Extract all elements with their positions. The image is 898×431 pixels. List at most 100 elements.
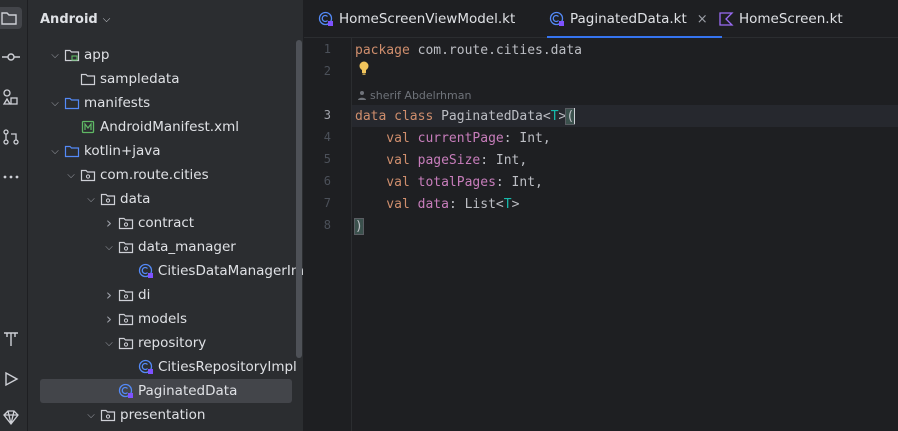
tree-item[interactable]: ⌵ data_manager bbox=[28, 235, 303, 259]
run-icon[interactable] bbox=[0, 368, 22, 390]
tree-item-label: CitiesRepositoryImpl bbox=[158, 359, 297, 375]
tree-item[interactable]: PaginatedData bbox=[40, 379, 292, 403]
code-token: : List< bbox=[448, 196, 504, 212]
tree-item[interactable]: › models bbox=[28, 307, 303, 331]
line-number: 5 bbox=[323, 152, 331, 166]
code-token: data bbox=[409, 196, 449, 212]
close-icon[interactable]: × bbox=[697, 12, 708, 27]
tree-item-label: repository bbox=[138, 335, 207, 351]
package-icon bbox=[80, 167, 96, 183]
project-view-selector[interactable]: Android ⌵ bbox=[28, 0, 303, 38]
project-view-title: Android bbox=[40, 11, 98, 27]
text-caret bbox=[574, 108, 576, 124]
tree-item[interactable]: CitiesDataManagerIm bbox=[28, 259, 304, 283]
tree-item-label: CitiesDataManagerIm bbox=[157, 263, 304, 279]
tree-item[interactable]: AndroidManifest.xml bbox=[28, 115, 303, 139]
tree-item[interactable]: ⌵ manifests bbox=[28, 91, 303, 115]
folder-blue-icon bbox=[64, 95, 80, 111]
build-hammer-icon[interactable] bbox=[0, 328, 22, 350]
code-token: T bbox=[550, 108, 559, 124]
tree-item[interactable]: CitiesRepositoryImpl bbox=[28, 355, 303, 379]
editor-tab[interactable]: HomeScreenViewModel.kt bbox=[316, 0, 515, 38]
code-token: > bbox=[511, 196, 520, 212]
kotlin-class-icon bbox=[318, 11, 334, 27]
tree-item-label: app bbox=[84, 47, 110, 63]
chevron-right-icon[interactable]: › bbox=[102, 214, 116, 232]
tree-item-label: presentation bbox=[120, 407, 206, 423]
tree-item[interactable]: ⌵ app bbox=[28, 43, 303, 67]
chevron-down-icon[interactable]: ⌵ bbox=[102, 338, 116, 349]
pull-requests-icon[interactable] bbox=[0, 126, 22, 148]
tree-item[interactable]: ⌵ repository bbox=[28, 331, 303, 355]
code-token: val bbox=[355, 174, 410, 190]
tree-item[interactable]: ⌵ kotlin+java bbox=[28, 139, 303, 163]
chevron-right-icon[interactable]: › bbox=[102, 310, 116, 328]
author-name: sherif Abdelrhman bbox=[370, 88, 472, 102]
lightbulb-icon[interactable] bbox=[356, 60, 372, 76]
line-number: 3 bbox=[323, 108, 331, 122]
user-icon bbox=[358, 91, 366, 100]
code-line-3: data class PaginatedData< T >( bbox=[355, 105, 576, 127]
tree-item-label: di bbox=[138, 287, 151, 303]
code-token: : Int, bbox=[503, 130, 551, 146]
package-icon bbox=[118, 311, 134, 327]
code-token: val bbox=[355, 152, 410, 168]
tree-item[interactable]: sampledata bbox=[28, 67, 303, 91]
package-icon bbox=[100, 191, 116, 207]
code-token: : Int, bbox=[480, 152, 528, 168]
chevron-down-icon[interactable]: ⌵ bbox=[64, 170, 78, 181]
chevron-down-icon[interactable]: ⌵ bbox=[102, 242, 116, 253]
tree-item[interactable]: ⌵ com.route.cities bbox=[28, 163, 303, 187]
tree-item-label: manifests bbox=[84, 95, 151, 111]
chevron-down-icon[interactable]: ⌵ bbox=[84, 410, 98, 421]
editor-area: HomeScreenViewModel.kt PaginatedData.kt × H… bbox=[304, 0, 898, 431]
code-token: currentPage bbox=[409, 130, 504, 146]
more-tools-icon[interactable] bbox=[0, 166, 22, 188]
manifest-file-icon bbox=[80, 119, 96, 135]
gem-icon[interactable] bbox=[0, 406, 22, 428]
chevron-down-icon[interactable]: ⌵ bbox=[48, 98, 62, 109]
tree-item-label: contract bbox=[138, 215, 195, 231]
tree-item[interactable]: › contract bbox=[28, 211, 303, 235]
resource-manager-icon[interactable] bbox=[0, 86, 22, 108]
chevron-down-icon[interactable]: ⌵ bbox=[48, 146, 62, 157]
code-line-5: val pageSize: Int, bbox=[355, 149, 527, 171]
code-token: PaginatedData< bbox=[433, 108, 551, 124]
tree-item[interactable]: › di bbox=[28, 283, 303, 307]
project-folder-icon[interactable] bbox=[0, 7, 22, 29]
commit-icon[interactable] bbox=[0, 46, 22, 68]
chevron-down-icon[interactable]: ⌵ bbox=[48, 50, 62, 61]
chevron-right-icon[interactable]: › bbox=[102, 286, 116, 304]
code-line-4: val currentPage: Int, bbox=[355, 127, 551, 149]
tree-item-label: com.route.cities bbox=[100, 167, 209, 183]
tree-item-label: kotlin+java bbox=[84, 143, 161, 159]
code-token: T bbox=[503, 196, 512, 212]
code-line-8: ) bbox=[354, 215, 364, 237]
editor-tab[interactable]: HomeScreen.kt bbox=[716, 0, 843, 38]
code-token: pageSize bbox=[409, 152, 481, 168]
code-line-7: val data: List< T > bbox=[355, 193, 519, 215]
chevron-down-icon[interactable]: ⌵ bbox=[84, 194, 98, 205]
editor-tab-label: HomeScreenViewModel.kt bbox=[339, 11, 516, 27]
line-number: 2 bbox=[323, 64, 331, 78]
code-token: package bbox=[355, 42, 410, 58]
folder-blue-icon bbox=[64, 143, 80, 159]
code-author-hint[interactable]: sherif Abdelrhman bbox=[355, 87, 471, 103]
kotlin-class-icon bbox=[138, 359, 154, 375]
kotlin-class-icon bbox=[138, 263, 154, 279]
tool-window-strip bbox=[0, 0, 28, 431]
matched-bracket: ( bbox=[565, 107, 576, 125]
kotlin-class-icon bbox=[549, 11, 565, 27]
chevron-down-icon: ⌵ bbox=[102, 13, 111, 25]
code-line-1: package com.route.cities.data bbox=[355, 39, 582, 61]
code-token: data class bbox=[355, 108, 434, 124]
editor-tab[interactable]: PaginatedData.kt × bbox=[547, 0, 722, 38]
project-scrollbar[interactable] bbox=[296, 40, 302, 358]
tree-item[interactable]: ⌵ data bbox=[28, 187, 303, 211]
package-icon bbox=[118, 287, 134, 303]
line-number: 7 bbox=[323, 196, 331, 210]
tree-item[interactable]: ⌵ presentation bbox=[28, 403, 303, 427]
code-token: totalPages bbox=[409, 174, 496, 190]
editor-tab-label: PaginatedData.kt bbox=[570, 11, 687, 27]
line-number: 1 bbox=[323, 42, 331, 56]
